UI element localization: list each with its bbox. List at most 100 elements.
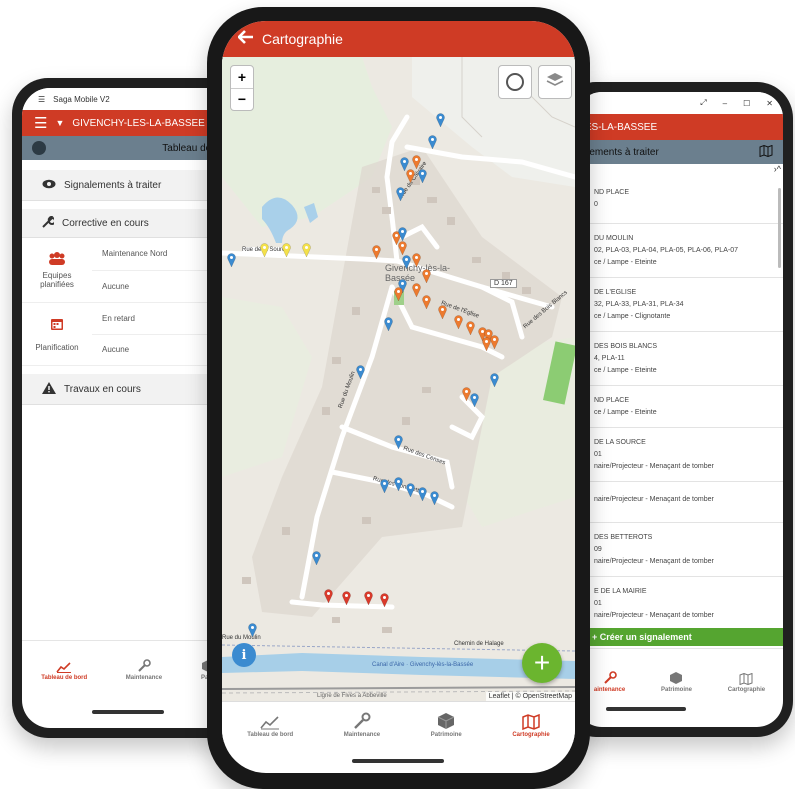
map-marker-icon[interactable] xyxy=(396,187,405,202)
item-line3: ce / Lampe - Eteinte xyxy=(594,367,657,374)
section-travaux[interactable]: Travaux en cours xyxy=(22,374,234,405)
globe-icon[interactable] xyxy=(32,141,46,155)
nav-maintenance[interactable]: Maintenance xyxy=(344,712,380,738)
minimize-icon[interactable]: – xyxy=(723,99,727,108)
map-marker-icon[interactable] xyxy=(398,227,407,242)
nav-cartographie[interactable]: Cartographie xyxy=(728,672,765,693)
item-line2: 32, PLA-33, PLA-31, PLA-34 xyxy=(594,301,684,308)
list-item[interactable]: DE L'EGLISE 32, PLA-33, PLA-31, PLA-34 c… xyxy=(576,278,783,332)
map-marker-icon[interactable] xyxy=(470,393,479,408)
item-line1: ND PLACE xyxy=(594,397,630,404)
collapse-icon[interactable]: ›^ xyxy=(774,164,781,174)
map-marker-icon[interactable] xyxy=(430,491,439,506)
nav-tableau-de-bord[interactable]: Tableau de bord xyxy=(247,714,293,738)
map-marker-icon[interactable] xyxy=(380,593,389,608)
map-marker-icon[interactable] xyxy=(394,287,403,302)
map-marker-icon[interactable] xyxy=(490,335,499,350)
map-marker-icon[interactable] xyxy=(418,487,427,502)
chevron-down-icon[interactable]: ▼ xyxy=(55,118,64,128)
list-item[interactable]: E DE LA MAIRIE 01 naire/Projecteur - Men… xyxy=(576,577,783,630)
map-marker-icon[interactable] xyxy=(454,315,463,330)
map-marker-icon[interactable] xyxy=(490,373,499,388)
map-marker-icon[interactable] xyxy=(342,591,351,606)
map-marker-icon[interactable] xyxy=(380,479,389,494)
map-marker-icon[interactable] xyxy=(398,241,407,256)
nav-maintenance[interactable]: Maintenance xyxy=(126,659,162,681)
create-signalement-button[interactable]: + Créer un signalement xyxy=(576,628,783,646)
map-marker-icon[interactable] xyxy=(438,305,447,320)
zoom-in-button[interactable]: + xyxy=(231,66,253,89)
nav-tableau-de-bord[interactable]: Tableau de bord xyxy=(41,661,87,681)
map-marker-icon[interactable] xyxy=(436,113,445,128)
nav-maintenance[interactable]: aintenance xyxy=(594,671,625,693)
list-item[interactable]: ND PLACE 0 xyxy=(576,178,783,224)
item-line3: naire/Projecteur - Menaçant de tomber xyxy=(594,612,714,619)
map-marker-icon[interactable] xyxy=(248,623,257,638)
resize-icon[interactable]: ⤢ xyxy=(700,98,706,108)
back-arrow-icon[interactable] xyxy=(237,29,254,49)
nav-tableau-label: Tableau de bord xyxy=(247,732,294,738)
map-marker-icon[interactable] xyxy=(394,477,403,492)
nav-patrimoine[interactable]: Patrimoine xyxy=(661,671,692,693)
map-marker-icon[interactable] xyxy=(412,283,421,298)
map-marker-icon[interactable] xyxy=(412,155,421,170)
map-marker-icon[interactable] xyxy=(406,169,415,184)
list-item[interactable]: naire/Projecteur - Menaçant de tomber xyxy=(576,482,783,523)
commune-header: ☰ ▼ GIVENCHY-LES-LA-BASSEE xyxy=(22,110,234,136)
item-line3: naire/Projecteur - Menaçant de tomber xyxy=(594,496,714,503)
map-marker-icon[interactable] xyxy=(418,169,427,184)
center-phone: Cartographie Rue de Source Givenchy-lès-… xyxy=(207,7,590,789)
map-icon[interactable] xyxy=(759,144,773,160)
info-button[interactable]: i xyxy=(232,643,256,667)
locate-button[interactable] xyxy=(498,65,532,99)
center-bottom-nav: Tableau de bord Maintenance Patrimoine C… xyxy=(222,701,575,742)
map-marker-icon[interactable] xyxy=(466,321,475,336)
hamburger-small-icon[interactable]: ☰ xyxy=(38,95,45,104)
map-marker-icon[interactable] xyxy=(324,589,333,604)
add-fab-button[interactable]: + xyxy=(522,643,562,683)
warning-icon xyxy=(42,381,56,397)
list-item[interactable]: DE LA SOURCE 01 naire/Projecteur - Menaç… xyxy=(576,428,783,482)
item-line2: 0 xyxy=(594,201,598,208)
nav-patrimoine-label: Patrimoine xyxy=(660,687,692,693)
map-marker-icon[interactable] xyxy=(428,135,437,150)
map-marker-icon[interactable] xyxy=(282,243,291,258)
map-attribution: Leaflet | © OpenStreetMap xyxy=(485,692,575,701)
menu-icon[interactable]: ☰ xyxy=(34,114,47,132)
list-item[interactable]: DES BETTEROTS 09 naire/Projecteur - Mena… xyxy=(576,523,783,577)
zoom-control: + − xyxy=(230,65,254,111)
list-item[interactable]: ND PLACE ce / Lampe - Eteinte xyxy=(576,386,783,428)
close-icon[interactable]: ✕ xyxy=(766,99,773,108)
map-view[interactable]: Rue de la Source Givenchy-lès-la-Bassée … xyxy=(222,57,575,701)
home-indicator xyxy=(352,759,444,763)
left-bottom-nav: Tableau de bord Maintenance Patri xyxy=(22,640,234,685)
item-line3: naire/Projecteur - Menaçant de tomber xyxy=(594,463,714,470)
map-marker-icon[interactable] xyxy=(312,551,321,566)
nav-cartographie[interactable]: Cartographie xyxy=(512,713,550,738)
map-marker-icon[interactable] xyxy=(482,337,491,352)
map-marker-icon[interactable] xyxy=(422,295,431,310)
item-line1: DES BOIS BLANCS xyxy=(594,343,658,350)
map-marker-icon[interactable] xyxy=(302,243,311,258)
map-marker-icon[interactable] xyxy=(372,245,381,260)
zoom-out-button[interactable]: − xyxy=(231,89,253,111)
map-marker-icon[interactable] xyxy=(227,253,236,268)
section-corrective[interactable]: Corrective en cours xyxy=(22,209,234,238)
scrollbar[interactable] xyxy=(778,188,781,268)
layers-button[interactable] xyxy=(538,65,572,99)
map-marker-icon[interactable] xyxy=(384,317,393,332)
map-marker-icon[interactable] xyxy=(412,253,421,268)
nav-patrimoine[interactable]: Patrimoine xyxy=(431,712,462,738)
map-marker-icon[interactable] xyxy=(260,243,269,258)
section-signalements[interactable]: Signalements à traiter xyxy=(22,170,234,201)
map-marker-icon[interactable] xyxy=(406,483,415,498)
maximize-icon[interactable]: ☐ xyxy=(743,99,750,108)
map-marker-icon[interactable] xyxy=(422,269,431,284)
map-marker-icon[interactable] xyxy=(394,435,403,450)
map-marker-icon[interactable] xyxy=(364,591,373,606)
list-item[interactable]: DU MOULIN 02, PLA-03, PLA-04, PLA-05, PL… xyxy=(576,224,783,278)
map-marker-icon[interactable] xyxy=(356,365,365,380)
locate-icon xyxy=(506,73,524,91)
list-item[interactable]: DES BOIS BLANCS 4, PLA-11 ce / Lampe - E… xyxy=(576,332,783,386)
map-marker-icon[interactable] xyxy=(402,255,411,270)
